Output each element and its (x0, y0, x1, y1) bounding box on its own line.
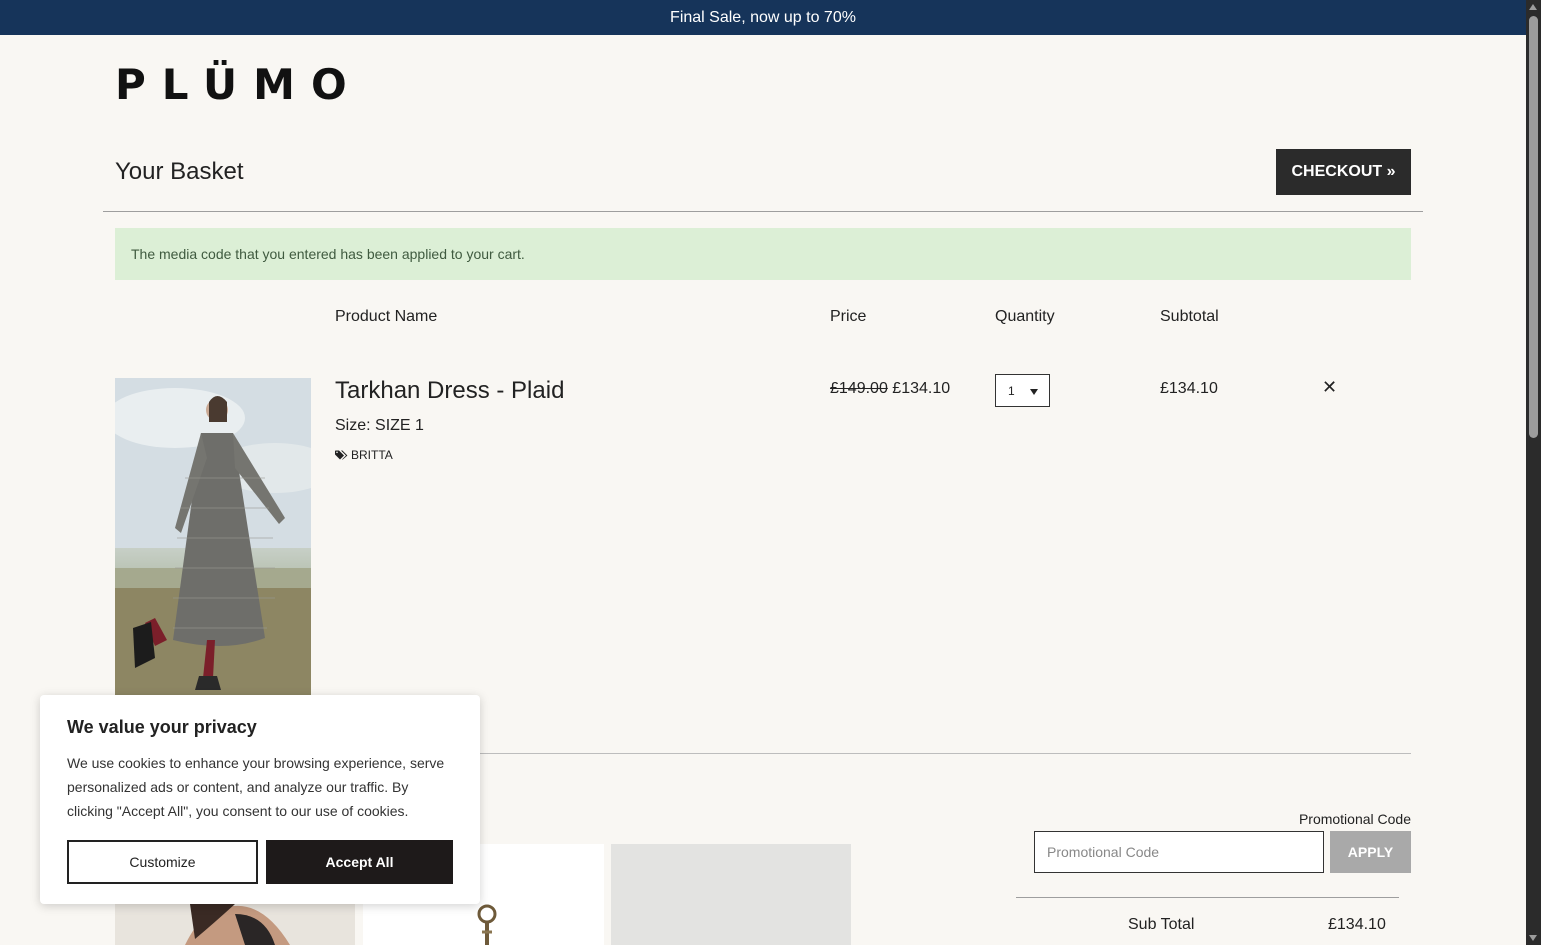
brand-logo[interactable]: PLÜMO (115, 62, 363, 108)
sale-price: £134.10 (892, 380, 951, 397)
product-tag-label: BRITTA (351, 448, 393, 462)
cookie-consent-dialog: We value your privacy We use cookies to … (40, 695, 480, 904)
announcement-bar: Final Sale, now up to 70% (0, 0, 1526, 35)
apply-promo-button[interactable]: APPLY (1330, 831, 1411, 873)
product-size: Size: SIZE 1 (335, 417, 424, 434)
caret-down-icon (1030, 389, 1038, 395)
promo-code-input[interactable] (1034, 831, 1324, 873)
page-scrollbar[interactable] (1526, 0, 1541, 945)
quantity-select[interactable]: 1 (995, 374, 1050, 407)
product-photo-illustration (115, 378, 311, 696)
tags-icon (335, 450, 348, 460)
header-divider (103, 211, 1423, 212)
scroll-down-arrow-icon[interactable] (1529, 935, 1537, 941)
notice-text: The media code that you entered has been… (131, 246, 525, 262)
cookie-title: We value your privacy (67, 717, 257, 737)
column-header-subtotal: Subtotal (1160, 308, 1219, 325)
customize-button[interactable]: Customize (67, 840, 258, 884)
quantity-value: 1 (1008, 383, 1015, 398)
page-title: Your Basket (115, 158, 244, 185)
product-price: £149.00 £134.10 (830, 380, 950, 398)
announcement-text: Final Sale, now up to 70% (670, 8, 856, 26)
product-name[interactable]: Tarkhan Dress - Plaid (335, 377, 564, 405)
column-header-price: Price (830, 308, 867, 325)
accept-all-button[interactable]: Accept All (266, 840, 453, 884)
recommended-product-image[interactable] (611, 844, 851, 945)
product-tag: BRITTA (335, 448, 393, 462)
column-header-quantity: Quantity (995, 308, 1055, 325)
line-subtotal: £134.10 (1160, 380, 1218, 397)
checkout-button[interactable]: CHECKOUT » (1276, 149, 1411, 195)
cookie-body: We use cookies to enhance your browsing … (67, 755, 445, 819)
promo-code-label: Promotional Code (1298, 811, 1411, 827)
column-header-product: Product Name (335, 308, 438, 325)
sub-total-value: £134.10 (1328, 916, 1386, 933)
original-price: £149.00 (830, 380, 888, 397)
scroll-up-arrow-icon[interactable] (1529, 4, 1537, 10)
totals-divider (1016, 897, 1399, 898)
sub-total-label: Sub Total (1128, 916, 1195, 933)
product-image[interactable] (115, 378, 311, 696)
scrollbar-thumb[interactable] (1529, 16, 1538, 438)
close-icon[interactable]: ✕ (1322, 377, 1337, 398)
success-notice: The media code that you entered has been… (115, 228, 1411, 280)
